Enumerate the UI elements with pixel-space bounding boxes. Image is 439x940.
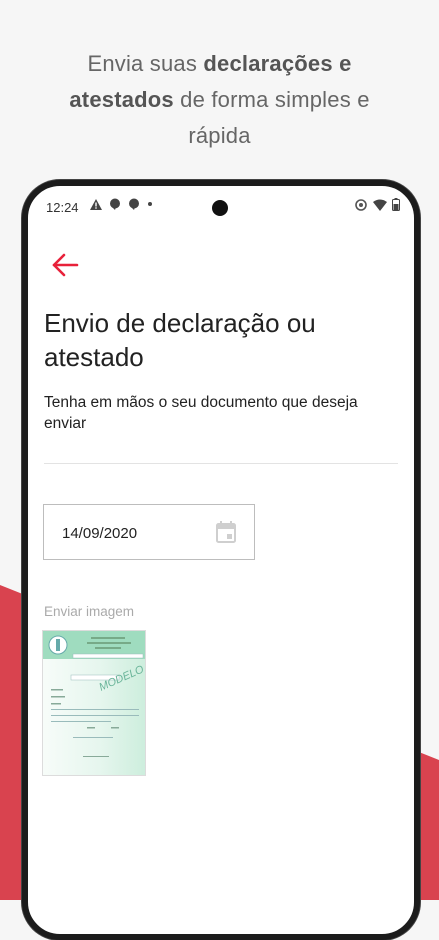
date-value: 14/09/2020 (62, 525, 138, 542)
page-subtitle: Tenha em mãos o seu documento que deseja… (44, 394, 358, 432)
promo-line1-normal: Envia suas (87, 51, 204, 76)
page-title: Envio de declaração ou atestado (44, 308, 316, 372)
document-thumbnail[interactable]: MODELO (42, 630, 146, 776)
status-right-icons (354, 198, 400, 211)
battery-icon (392, 198, 400, 211)
calendar-icon[interactable] (216, 521, 236, 543)
vibrate-icon (355, 198, 367, 211)
promo-line3-normal: rápida (188, 123, 251, 148)
arrow-left-icon[interactable] (50, 250, 80, 280)
phone-frame: 12:24 Envio de declaração ou atestado Te… (22, 180, 420, 940)
document-preview-image: MODELO (43, 631, 146, 757)
send-image-label: Enviar imagem (44, 604, 135, 619)
status-left-icons (90, 198, 153, 210)
front-camera (212, 200, 228, 216)
chat-bubble-icon (110, 198, 120, 210)
status-bar: 12:24 (28, 186, 414, 216)
divider (44, 463, 398, 464)
promo-headline: Envia suas declarações e atestados de fo… (0, 46, 439, 154)
promo-line2-bold: atestados (69, 87, 174, 112)
promo-line2-normal: de forma simples e (173, 87, 370, 112)
modelo-watermark: MODELO (97, 663, 146, 694)
date-input[interactable]: 14/09/2020 (43, 504, 255, 560)
dot-icon (148, 202, 152, 206)
status-time: 12:24 (46, 200, 79, 215)
chat-bubble-icon (129, 198, 139, 210)
warning-icon (90, 198, 102, 210)
promo-line1-bold: declarações e (203, 51, 352, 76)
wifi-icon (373, 199, 387, 211)
